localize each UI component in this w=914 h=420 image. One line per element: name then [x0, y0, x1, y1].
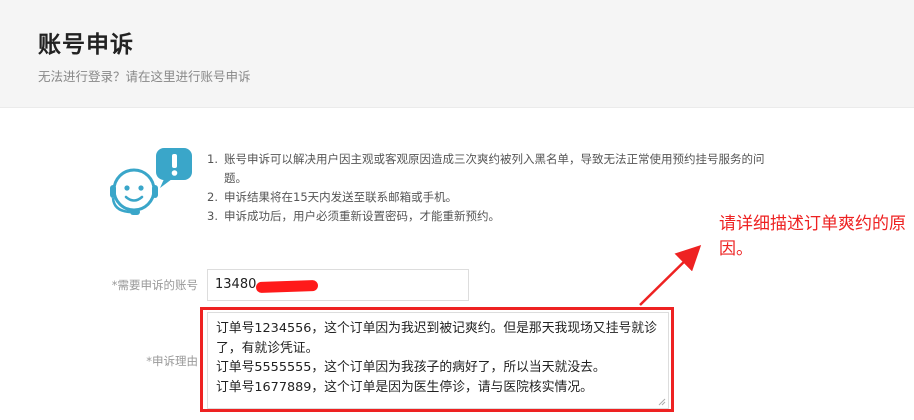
annotation-text: 请详细描述订单爽约的原因。: [719, 214, 906, 259]
annotation-arrow-icon: [639, 244, 702, 306]
